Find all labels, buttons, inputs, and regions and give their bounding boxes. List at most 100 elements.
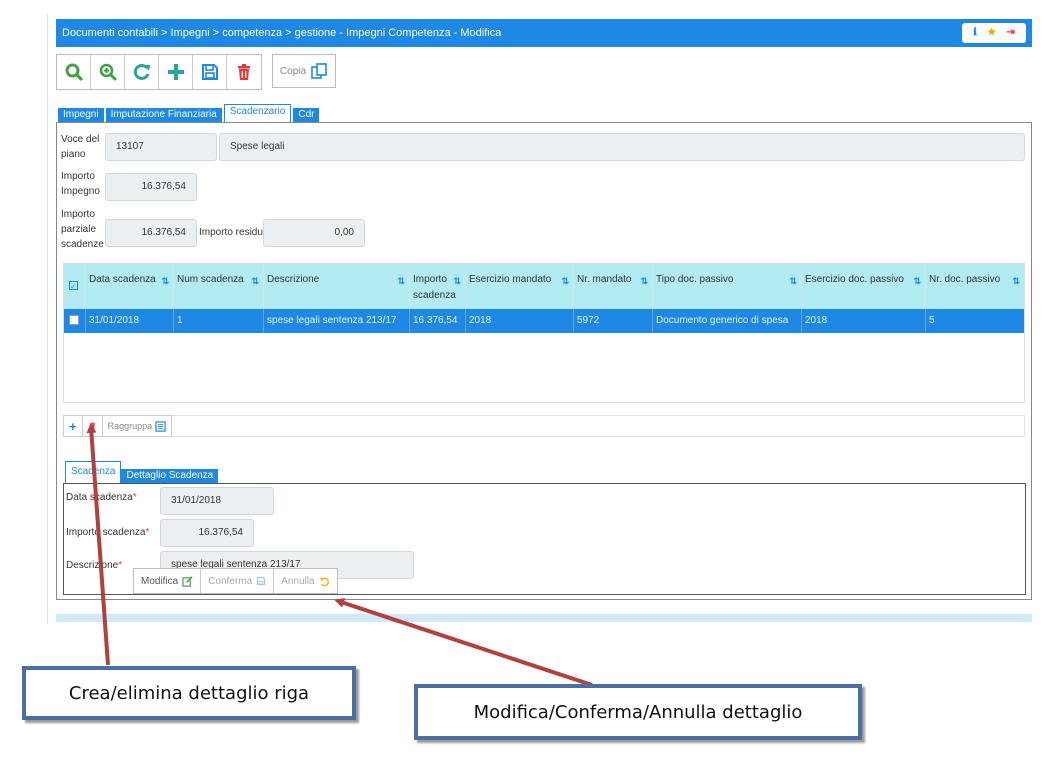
importo-scadenza-field[interactable]: 16.376,54 [160, 519, 254, 547]
sort-icon: ⇅ [161, 276, 169, 286]
col-descrizione[interactable]: Descrizione ⇅ [264, 264, 410, 309]
cell: 2018 [466, 309, 574, 333]
importo-parziale-field[interactable]: 16.376,54 [105, 219, 197, 247]
col-importo-scadenza[interactable]: Importo scadenza ⇅ [410, 264, 466, 309]
logout-icon[interactable]: ⇥ [1006, 19, 1014, 47]
sort-icon: ⇅ [640, 276, 648, 286]
group-icon [155, 420, 166, 432]
required-mark: * [118, 560, 123, 571]
detail-action-bar: Modifica Conferma Annulla [133, 568, 338, 594]
search-icon [65, 63, 83, 81]
col-nr-doc-passivo[interactable]: Nr. doc. passivo ⇅ [926, 264, 1024, 309]
label-text: Data scadenza [66, 492, 133, 503]
refresh-button[interactable] [125, 55, 159, 89]
modifica-button[interactable]: Modifica [134, 569, 202, 593]
save-button[interactable] [193, 55, 227, 89]
sort-icon: ⇅ [913, 276, 921, 286]
col-label: Esercizio doc. passivo [805, 274, 904, 285]
col-data-scadenza[interactable]: Data scadenza ⇅ [86, 264, 174, 309]
app-window: Documenti contabili > Impegni > competen… [47, 14, 1032, 624]
label-text: Descrizione [66, 560, 119, 571]
col-esercizio-mandato[interactable]: Esercizio mandato ⇅ [466, 264, 574, 309]
delete-icon [238, 64, 250, 80]
copy-icon [311, 63, 327, 79]
undo-icon [319, 577, 329, 586]
label-text: Importo scadenza [66, 527, 146, 538]
add-button[interactable] [159, 55, 193, 89]
col-label: Descrizione [267, 274, 320, 285]
cell: 5972 [574, 309, 653, 333]
voce-desc-field[interactable]: Spese legali [219, 133, 1025, 161]
data-scadenza-field[interactable]: 31/01/2018 [160, 487, 274, 515]
breadcrumb-text: Documenti contabili > Impegni > competen… [62, 27, 502, 39]
col-num-scadenza[interactable]: Num scadenza ⇅ [174, 264, 264, 309]
descrizione-label: Descrizione* [66, 558, 122, 573]
importo-residuo-field[interactable]: 0,00 [263, 219, 365, 247]
col-label: Importo scadenza [413, 274, 456, 301]
delete-icon [89, 422, 95, 430]
search-button[interactable] [57, 55, 91, 89]
bottom-strip [56, 614, 1032, 622]
sort-icon: ⇅ [453, 276, 461, 286]
toolbar-group [56, 54, 262, 90]
sort-icon: ⇅ [251, 276, 259, 286]
delete-button[interactable] [227, 55, 261, 89]
sort-icon: ⇅ [1012, 276, 1020, 286]
col-nr-mandato[interactable]: Nr. mandato ⇅ [574, 264, 653, 309]
annulla-label: Annulla [281, 575, 315, 587]
scadenze-grid: Data scadenza ⇅ Num scadenza ⇅ Descrizione… [63, 263, 1025, 403]
save-icon [257, 577, 266, 585]
table-row[interactable]: 31/01/2018 1 spese legali sentenza 213/1… [64, 309, 1024, 333]
col-label: Tipo doc. passivo [656, 274, 734, 285]
tab-imputazione-finanziaria[interactable]: Imputazione Finanziaria [105, 108, 222, 122]
grid-header: Data scadenza ⇅ Num scadenza ⇅ Descrizione… [64, 264, 1024, 309]
cell: 16.376,54 [410, 309, 466, 333]
breadcrumb: Documenti contabili > Impegni > competen… [56, 19, 1032, 47]
raggruppa-button[interactable]: Raggruppa [103, 416, 172, 436]
scadenzario-panel: Voce del piano 13107 Spese legali Import… [56, 122, 1032, 600]
grid-toolbar: + Raggruppa [63, 415, 173, 437]
voce-label: Voce del piano [61, 134, 100, 160]
modifica-label: Modifica [141, 575, 179, 587]
tab-impegni[interactable]: Impegni [58, 108, 104, 122]
sort-icon: ⇅ [561, 276, 569, 286]
checkbox-icon [69, 279, 78, 295]
zoom-in-icon [99, 63, 116, 81]
importo-residuo-label: Importo residuo [199, 227, 269, 238]
tab-scadenzario[interactable]: Scadenzario [223, 104, 292, 122]
refresh-icon [133, 63, 150, 80]
importo-parziale-label: Importo parziale scadenze [61, 209, 104, 250]
annulla-button[interactable]: Annulla [274, 569, 336, 593]
importo-scadenza-label: Importo scadenza* [66, 525, 149, 540]
col-label: Data scadenza [89, 274, 156, 285]
cell: 1 [174, 309, 264, 333]
cell: 5 [929, 315, 935, 326]
importo-impegno-field[interactable]: 16.376,54 [105, 173, 197, 201]
voce-code-field[interactable]: 13107 [105, 133, 217, 161]
copy-label: Copia [279, 65, 307, 77]
tab-cdr[interactable]: Cdr [293, 108, 320, 122]
save-icon [201, 64, 218, 80]
select-all-checkbox[interactable] [64, 264, 86, 309]
zoom-in-button[interactable] [91, 55, 125, 89]
star-icon[interactable]: ★ [987, 19, 996, 47]
cell: Documento generico di spesa [653, 309, 802, 333]
raggruppa-label: Raggruppa [107, 421, 153, 431]
col-tipo-doc-passivo[interactable]: Tipo doc. passivo ⇅ [653, 264, 802, 309]
delete-row-button[interactable] [83, 416, 103, 436]
header-icons: ℹ ★ ⇥ [962, 23, 1026, 43]
sort-icon: ⇅ [397, 276, 405, 286]
callout-text: Crea/elimina dettaglio riga [68, 682, 310, 704]
col-esercizio-doc-passivo[interactable]: Esercizio doc. passivo ⇅ [802, 264, 926, 309]
conferma-button[interactable]: Conferma [201, 569, 275, 593]
tab-scadenza[interactable]: Scadenza [65, 461, 122, 483]
copy-button[interactable]: Copia [272, 54, 336, 88]
row-checkbox[interactable] [64, 309, 86, 333]
info-icon[interactable]: ℹ [973, 19, 977, 47]
tab-dettaglio-scadenza[interactable]: Dettaglio Scadenza [121, 469, 219, 483]
checkbox-icon [69, 315, 79, 326]
add-row-button[interactable]: + [64, 416, 83, 436]
col-label: Num scadenza [177, 274, 244, 285]
main-toolbar: Copia [56, 54, 336, 90]
importo-impegno-label: Importo Impegno [61, 171, 100, 197]
